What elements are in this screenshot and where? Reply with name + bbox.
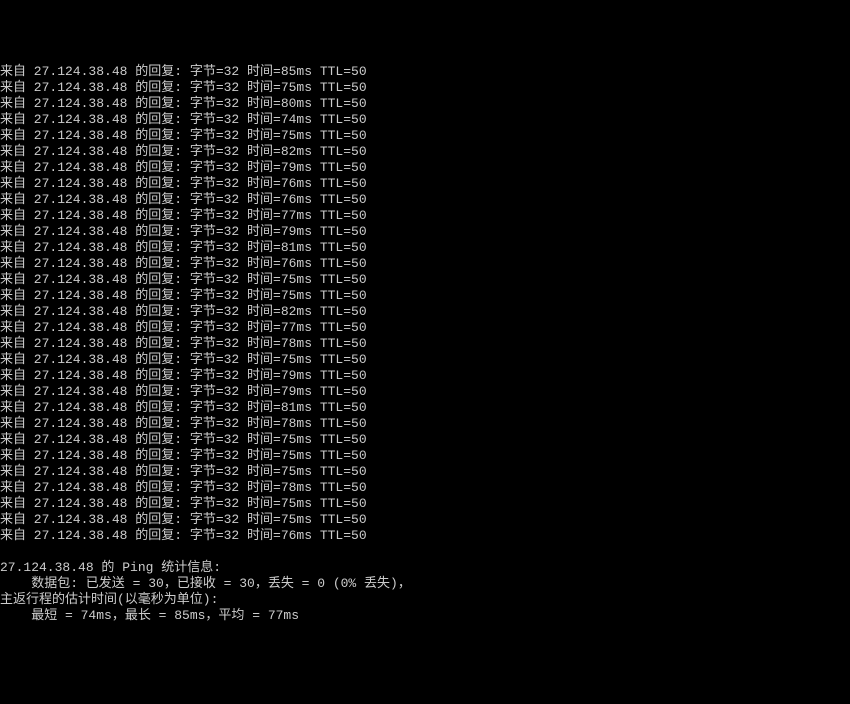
ping-reply-line: 来自 27.124.38.48 的回复: 字节=32 时间=82ms TTL=5… [0,144,850,160]
terminal-output: 来自 27.124.38.48 的回复: 字节=32 时间=85ms TTL=5… [0,64,850,624]
ping-reply-line: 来自 27.124.38.48 的回复: 字节=32 时间=76ms TTL=5… [0,528,850,544]
ping-stats-packets: 数据包: 已发送 = 30，已接收 = 30，丢失 = 0 (0% 丢失)， [0,576,850,592]
ping-reply-line: 来自 27.124.38.48 的回复: 字节=32 时间=82ms TTL=5… [0,304,850,320]
ping-stats-rtt-header: 主返行程的估计时间(以毫秒为单位): [0,592,850,608]
ping-reply-line: 来自 27.124.38.48 的回复: 字节=32 时间=75ms TTL=5… [0,496,850,512]
ping-reply-line: 来自 27.124.38.48 的回复: 字节=32 时间=75ms TTL=5… [0,80,850,96]
ping-reply-line: 来自 27.124.38.48 的回复: 字节=32 时间=78ms TTL=5… [0,480,850,496]
ping-reply-line: 来自 27.124.38.48 的回复: 字节=32 时间=76ms TTL=5… [0,176,850,192]
ping-reply-line: 来自 27.124.38.48 的回复: 字节=32 时间=75ms TTL=5… [0,288,850,304]
ping-reply-line: 来自 27.124.38.48 的回复: 字节=32 时间=75ms TTL=5… [0,432,850,448]
ping-stats-header: 27.124.38.48 的 Ping 统计信息: [0,560,850,576]
ping-reply-line: 来自 27.124.38.48 的回复: 字节=32 时间=75ms TTL=5… [0,464,850,480]
ping-reply-line: 来自 27.124.38.48 的回复: 字节=32 时间=75ms TTL=5… [0,272,850,288]
blank-line [0,544,850,560]
ping-reply-line: 来自 27.124.38.48 的回复: 字节=32 时间=85ms TTL=5… [0,64,850,80]
ping-reply-line: 来自 27.124.38.48 的回复: 字节=32 时间=78ms TTL=5… [0,416,850,432]
ping-reply-line: 来自 27.124.38.48 的回复: 字节=32 时间=74ms TTL=5… [0,112,850,128]
ping-reply-line: 来自 27.124.38.48 的回复: 字节=32 时间=79ms TTL=5… [0,368,850,384]
ping-reply-line: 来自 27.124.38.48 的回复: 字节=32 时间=77ms TTL=5… [0,320,850,336]
ping-reply-line: 来自 27.124.38.48 的回复: 字节=32 时间=77ms TTL=5… [0,208,850,224]
ping-reply-line: 来自 27.124.38.48 的回复: 字节=32 时间=76ms TTL=5… [0,192,850,208]
ping-reply-line: 来自 27.124.38.48 的回复: 字节=32 时间=81ms TTL=5… [0,400,850,416]
ping-reply-line: 来自 27.124.38.48 的回复: 字节=32 时间=81ms TTL=5… [0,240,850,256]
ping-reply-line: 来自 27.124.38.48 的回复: 字节=32 时间=75ms TTL=5… [0,128,850,144]
ping-reply-line: 来自 27.124.38.48 的回复: 字节=32 时间=79ms TTL=5… [0,224,850,240]
ping-stats-rtt: 最短 = 74ms，最长 = 85ms，平均 = 77ms [0,608,850,624]
ping-reply-line: 来自 27.124.38.48 的回复: 字节=32 时间=75ms TTL=5… [0,352,850,368]
ping-reply-line: 来自 27.124.38.48 的回复: 字节=32 时间=79ms TTL=5… [0,384,850,400]
ping-reply-line: 来自 27.124.38.48 的回复: 字节=32 时间=80ms TTL=5… [0,96,850,112]
ping-reply-line: 来自 27.124.38.48 的回复: 字节=32 时间=76ms TTL=5… [0,256,850,272]
ping-reply-line: 来自 27.124.38.48 的回复: 字节=32 时间=75ms TTL=5… [0,448,850,464]
ping-reply-line: 来自 27.124.38.48 的回复: 字节=32 时间=75ms TTL=5… [0,512,850,528]
ping-reply-line: 来自 27.124.38.48 的回复: 字节=32 时间=78ms TTL=5… [0,336,850,352]
ping-reply-line: 来自 27.124.38.48 的回复: 字节=32 时间=79ms TTL=5… [0,160,850,176]
